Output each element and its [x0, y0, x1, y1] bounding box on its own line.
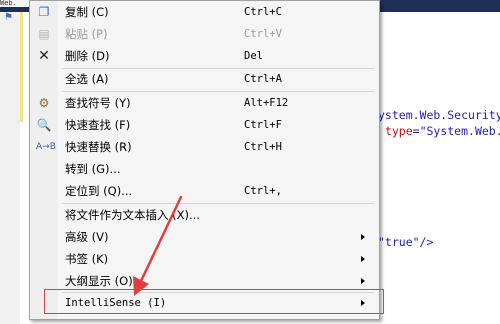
menu-item-navigate-to[interactable]: 定位到 (Q)... Ctrl+, [30, 180, 379, 202]
menu-item-advanced[interactable]: 高级 (V) [30, 226, 379, 248]
submenu-arrow-icon [361, 278, 365, 284]
menu-item-shortcut: Alt+F12 [244, 97, 289, 109]
menu-item-bookmarks[interactable]: 书签 (K) [30, 248, 379, 270]
menu-item-label: 复制 (C) [65, 5, 109, 19]
editor-left-margin [0, 12, 20, 324]
copy-icon: ❐ [38, 5, 50, 19]
paste-icon: ▤ [38, 27, 50, 41]
menu-item-label: 快速查找 (F) [65, 118, 131, 132]
menu-item-label: 将文件作为文本插入 (X)... [65, 208, 200, 222]
menu-item-label: 转到 (G)... [65, 162, 121, 176]
menu-item-shortcut: Ctrl+F [244, 119, 282, 131]
submenu-arrow-icon [361, 234, 365, 240]
menu-item-goto[interactable]: 转到 (G)... [30, 158, 379, 180]
submenu-arrow-icon [361, 256, 365, 262]
code-line: "true"/> [378, 235, 434, 249]
quick-replace-icon: A→B [36, 142, 56, 152]
menu-item-label: 快速替换 (R) [65, 140, 132, 154]
menu-item-label: 粘贴 (P) [65, 27, 108, 41]
delete-icon: ✕ [38, 48, 50, 64]
menu-item-insert-file-as-text[interactable]: 将文件作为文本插入 (X)... [30, 204, 379, 226]
menu-item-shortcut: Ctrl+A [244, 73, 282, 85]
menu-item-label: 查找符号 (Y) [65, 96, 131, 110]
menu-item-label: 书签 (K) [65, 252, 109, 266]
editor-tab-label[interactable]: Web. [0, 0, 30, 7]
code-line: type="System.Web. [378, 124, 500, 138]
menu-item-quick-find[interactable]: 🔍 快速查找 (F) Ctrl+F [30, 114, 379, 136]
menu-item-shortcut: Ctrl+V [244, 28, 282, 40]
menu-item-select-all[interactable]: 全选 (A) Ctrl+A [30, 68, 379, 90]
context-menu: ❐ 复制 (C) Ctrl+C ▤ 粘贴 (P) Ctrl+V ✕ 删除 (D)… [29, 0, 380, 320]
menu-item-find-symbol[interactable]: ⚙ 查找符号 (Y) Alt+F12 [30, 92, 379, 114]
code-line: ystem.Web.Security. [378, 108, 500, 122]
menu-item-quick-replace[interactable]: A→B 快速替换 (R) Ctrl+H [30, 136, 379, 158]
menu-item-shortcut: Ctrl+H [244, 141, 282, 153]
annotation-highlight-box [44, 289, 384, 314]
change-indicator-bar [20, 12, 23, 122]
code-value: ="System.Web. [412, 124, 500, 138]
bookmark-icon: ⚑ [4, 12, 13, 23]
menu-item-copy[interactable]: ❐ 复制 (C) Ctrl+C [30, 1, 379, 23]
menu-item-label: 高级 (V) [65, 230, 109, 244]
menu-item-shortcut: Ctrl+, [244, 185, 282, 197]
menu-item-paste[interactable]: ▤ 粘贴 (P) Ctrl+V [30, 23, 379, 45]
code-attribute: type [384, 124, 413, 138]
menu-item-shortcut: Ctrl+C [244, 6, 282, 18]
menu-item-label: 定位到 (Q)... [65, 184, 133, 198]
menu-item-label: 删除 (D) [65, 49, 110, 63]
menu-item-shortcut: Del [244, 50, 263, 62]
find-symbol-icon: ⚙ [38, 96, 50, 110]
menu-item-label: 全选 (A) [65, 72, 109, 86]
quick-find-icon: 🔍 [36, 118, 52, 132]
menu-item-delete[interactable]: ✕ 删除 (D) Del [30, 45, 379, 67]
